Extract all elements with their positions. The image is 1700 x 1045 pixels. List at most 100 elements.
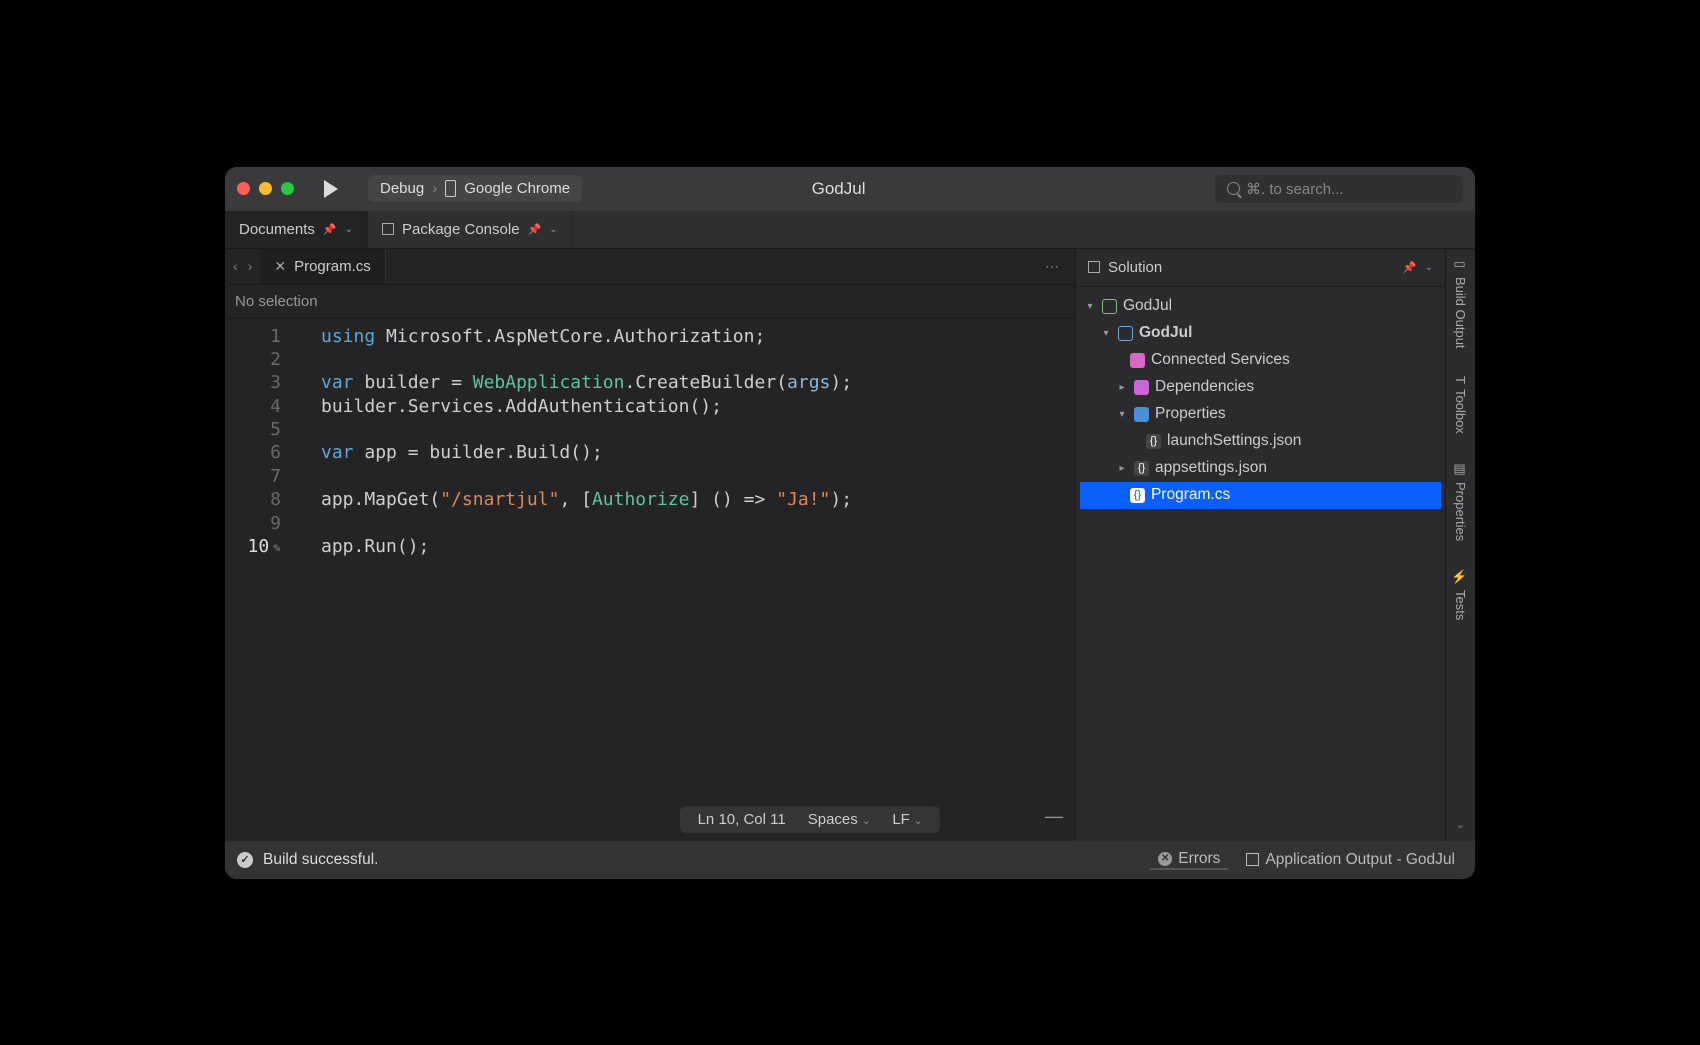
errors-pad-button[interactable]: ✕ Errors (1150, 850, 1228, 870)
tree-label: GodJul (1123, 297, 1172, 315)
json-file-icon: {} (1146, 434, 1161, 449)
pad-tabs-row: Documents 📌 ⌄ Package Console 📌 ⌄ (225, 211, 1475, 249)
pin-icon[interactable]: 📌 (528, 223, 542, 236)
line-number: 10✎ (225, 535, 281, 558)
window-title: GodJul (594, 179, 1203, 199)
csharp-file-icon: {} (1130, 488, 1145, 503)
documents-tab-label: Documents (239, 221, 315, 238)
json-file-icon: {} (1134, 461, 1149, 476)
global-search-input[interactable]: ⌘. to search... (1215, 175, 1463, 203)
project-icon (1118, 326, 1133, 341)
edit-marker-icon: ✎ (273, 541, 281, 558)
disclosure-icon[interactable] (1116, 382, 1128, 393)
close-tab-icon[interactable]: ✕ (274, 258, 286, 275)
app-output-pad-button[interactable]: Application Output - GodJul (1238, 851, 1463, 869)
nav-back-button[interactable]: ‹ (233, 258, 238, 274)
error-icon: ✕ (1158, 852, 1172, 866)
tree-properties-folder[interactable]: Properties (1080, 401, 1441, 428)
tree-dependencies[interactable]: Dependencies (1080, 374, 1441, 401)
chevron-down-icon[interactable]: ⌄ (549, 224, 557, 235)
tree-label: Dependencies (1155, 378, 1254, 396)
tab-overflow-button[interactable]: ⋯ (1029, 258, 1075, 275)
solution-header: Solution 📌 ⌄ (1076, 249, 1445, 287)
folder-icon (1134, 407, 1149, 422)
tree-solution-root[interactable]: GodJul (1080, 293, 1441, 320)
line-number: 6 (225, 441, 281, 464)
minimize-window-button[interactable] (259, 182, 272, 195)
solution-icon (1102, 299, 1117, 314)
code-editor[interactable]: 1 2 3 4 5 6 7 8 9 10✎ using Microsoft.As… (225, 319, 1075, 800)
titlebar: Debug › Google Chrome GodJul ⌘. to searc… (225, 167, 1475, 211)
device-icon (445, 180, 456, 197)
nav-arrows: ‹ › (225, 258, 260, 274)
tree-label: appsettings.json (1155, 459, 1267, 477)
eol-selector[interactable]: LF ⌄ (892, 811, 922, 828)
nav-forward-button[interactable]: › (248, 258, 253, 274)
editor-status-row: Ln 10, Col 11 Spaces ⌄ LF ⌄ — (225, 800, 1075, 841)
file-tabs-row: ‹ › ✕ Program.cs ⋯ (225, 249, 1075, 285)
chevron-down-icon: ⌄ (862, 816, 870, 827)
disclosure-icon[interactable] (1116, 463, 1128, 474)
chevron-down-icon[interactable]: ⌄ (1425, 262, 1433, 273)
tree-program-cs[interactable]: {} Program.cs (1080, 482, 1441, 509)
editor-pane: ‹ › ✕ Program.cs ⋯ No selection 1 2 3 4 … (225, 249, 1075, 841)
editor-status-pill: Ln 10, Col 11 Spaces ⌄ LF ⌄ (680, 806, 941, 833)
indent-selector[interactable]: Spaces ⌄ (808, 811, 871, 828)
line-number: 9 (225, 512, 281, 535)
tree-connected-services[interactable]: Connected Services (1080, 347, 1441, 374)
right-rail: ▭Build Output TToolbox ▤Properties ⚡Test… (1445, 249, 1475, 841)
solution-header-label: Solution (1108, 259, 1162, 276)
cursor-position[interactable]: Ln 10, Col 11 (698, 811, 786, 828)
search-icon (1227, 182, 1240, 195)
tree-label: Properties (1155, 405, 1226, 423)
tree-project[interactable]: GodJul (1080, 320, 1441, 347)
solution-icon (1088, 261, 1100, 273)
tree-label: GodJul (1139, 324, 1192, 342)
tree-launchsettings[interactable]: {} launchSettings.json (1080, 428, 1441, 455)
solution-tree: GodJul GodJul Connected Services Depende… (1076, 287, 1445, 515)
console-icon (382, 223, 394, 235)
check-icon: ✓ (237, 852, 253, 868)
disclosure-icon[interactable] (1084, 301, 1096, 312)
line-number: 7 (225, 465, 281, 488)
chevron-down-icon: ⌄ (914, 816, 922, 827)
status-bar: ✓ Build successful. ✕ Errors Application… (225, 841, 1475, 879)
line-number: 2 (225, 348, 281, 371)
breadcrumb[interactable]: No selection (225, 285, 1075, 319)
file-tab-label: Program.cs (294, 258, 371, 275)
package-console-tab[interactable]: Package Console 📌 ⌄ (368, 211, 573, 248)
disclosure-icon[interactable] (1100, 328, 1112, 339)
services-icon (1130, 353, 1145, 368)
pin-icon[interactable]: 📌 (323, 223, 337, 236)
documents-tab[interactable]: Documents 📌 ⌄ (225, 211, 368, 248)
package-console-label: Package Console (402, 221, 520, 238)
tree-label: Connected Services (1151, 351, 1290, 369)
dependencies-icon (1134, 380, 1149, 395)
main-area: ‹ › ✕ Program.cs ⋯ No selection 1 2 3 4 … (225, 249, 1475, 841)
tree-label: launchSettings.json (1167, 432, 1301, 450)
run-config-selector[interactable]: Debug › Google Chrome (368, 175, 582, 202)
collapse-status-button[interactable]: — (1045, 806, 1063, 827)
tree-appsettings[interactable]: {} appsettings.json (1080, 455, 1441, 482)
file-tab-program[interactable]: ✕ Program.cs (260, 249, 385, 284)
line-number: 1 (225, 325, 281, 348)
rail-tests[interactable]: ⚡Tests (1453, 569, 1468, 620)
chevron-down-icon[interactable]: ⌄ (345, 224, 353, 235)
pin-icon[interactable]: 📌 (1403, 261, 1417, 274)
rail-chevron-icon[interactable]: ⌄ (1456, 818, 1465, 831)
chevron-right-icon: › (432, 180, 437, 197)
window-controls (237, 182, 294, 195)
maximize-window-button[interactable] (281, 182, 294, 195)
run-target-label: Google Chrome (464, 180, 570, 197)
line-number: 8 (225, 488, 281, 511)
tree-label: Program.cs (1151, 486, 1230, 504)
disclosure-icon[interactable] (1116, 409, 1128, 420)
solution-panel: Solution 📌 ⌄ GodJul GodJul Con (1075, 249, 1445, 841)
rail-build-output[interactable]: ▭Build Output (1453, 257, 1468, 349)
rail-toolbox[interactable]: TToolbox (1453, 376, 1468, 434)
line-gutter: 1 2 3 4 5 6 7 8 9 10✎ (225, 319, 297, 800)
run-button[interactable] (324, 180, 338, 198)
close-window-button[interactable] (237, 182, 250, 195)
code-content[interactable]: using Microsoft.AspNetCore.Authorization… (297, 319, 1075, 800)
rail-properties[interactable]: ▤Properties (1453, 462, 1468, 541)
